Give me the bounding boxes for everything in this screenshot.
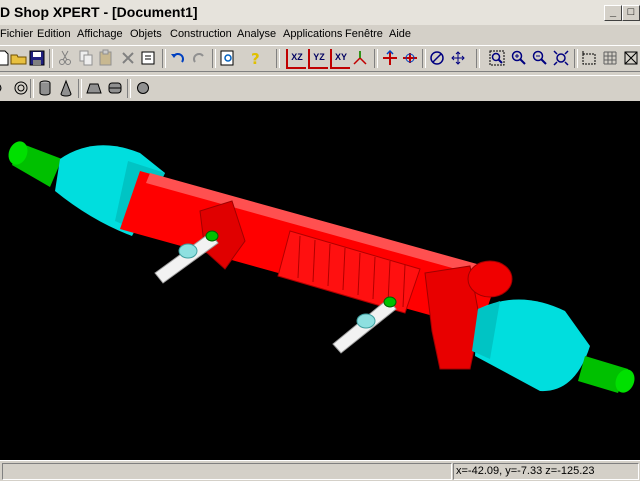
toolbar-separator	[78, 79, 82, 98]
grid-icon[interactable]	[601, 49, 619, 67]
main-toolbar: ? XZ YZ XY	[0, 45, 640, 72]
menu-construction[interactable]: Construction	[170, 28, 232, 40]
toolbar-separator	[30, 79, 34, 98]
menu-bar: Fichier Edition Affichage Objets Constru…	[0, 25, 640, 45]
print-preview-icon[interactable]	[219, 49, 237, 67]
pinion-flange	[467, 260, 513, 298]
zoom-window-icon[interactable]	[488, 49, 506, 67]
maximize-icon: □	[627, 6, 635, 18]
toolbar-separator	[49, 49, 53, 68]
left-shaft-seal	[205, 230, 219, 242]
svg-text:?: ?	[251, 50, 260, 67]
primitive-sphere-icon[interactable]	[134, 79, 152, 97]
right-shaft-seal	[383, 296, 397, 308]
minimize-icon: _	[609, 6, 617, 18]
menu-analyse[interactable]: Analyse	[237, 28, 276, 40]
paste-icon[interactable]	[97, 49, 115, 67]
view-xz-button[interactable]: XZ	[286, 49, 306, 69]
primitive-wedge-icon[interactable]	[85, 79, 103, 97]
workplane-icon[interactable]	[580, 49, 598, 67]
iso-view-icon[interactable]	[351, 49, 369, 67]
toolbar-separator	[574, 49, 578, 68]
toolbar-separator	[374, 49, 378, 68]
cursor-coordinates: x=-42.09, y=-7.33 z=-125.23	[456, 465, 595, 477]
orbit-icon[interactable]	[428, 49, 446, 67]
zoom-in-icon[interactable]	[510, 49, 528, 67]
open-folder-icon[interactable]	[10, 49, 28, 67]
menu-affichage[interactable]: Affichage	[77, 28, 123, 40]
zoom-out-icon[interactable]	[531, 49, 549, 67]
toolbar-separator	[212, 49, 216, 68]
primitive-tube-icon[interactable]	[106, 79, 124, 97]
toolbar-separator	[422, 49, 426, 68]
cut-icon[interactable]	[56, 49, 74, 67]
window-title: D Shop XPERT - [Document1]	[0, 4, 198, 20]
zoom-extents-icon[interactable]	[552, 49, 570, 67]
redo-icon[interactable]	[190, 49, 208, 67]
properties-icon[interactable]	[140, 49, 158, 67]
view-xy-button[interactable]: XY	[330, 49, 350, 69]
view-yz-label: YZ	[313, 52, 325, 62]
primitive-disc-icon[interactable]	[12, 79, 30, 97]
toolbar-separator	[127, 79, 131, 98]
toolbar-separator	[476, 49, 480, 68]
menu-edition[interactable]: Edition	[37, 28, 71, 40]
view-xy-label: XY	[334, 52, 347, 62]
move-axis-icon[interactable]	[381, 49, 399, 67]
view-xz-label: XZ	[291, 52, 303, 62]
toolbar-separator	[162, 49, 166, 68]
save-icon[interactable]	[28, 49, 46, 67]
menu-fichier[interactable]: Fichier	[0, 28, 33, 40]
menu-aide[interactable]: Aide	[389, 28, 411, 40]
menu-fenetre[interactable]: Fenêtre	[345, 28, 383, 40]
right-shaft-fitting	[356, 313, 376, 329]
steering-rack-model	[8, 141, 635, 393]
menu-applications[interactable]: Applications	[283, 28, 342, 40]
primitive-cylinder-icon[interactable]	[36, 79, 54, 97]
minimize-button[interactable]: _	[604, 5, 622, 21]
undo-icon[interactable]	[169, 49, 187, 67]
primitives-toolbar	[0, 75, 640, 102]
delete-icon[interactable]	[119, 49, 137, 67]
primitive-cone-icon[interactable]	[57, 79, 75, 97]
help-icon[interactable]: ?	[246, 49, 264, 67]
pan-icon[interactable]	[449, 49, 467, 67]
status-message-pane	[2, 463, 452, 480]
toolbar-separator	[276, 49, 280, 68]
left-shaft-fitting	[178, 243, 198, 259]
rotate-axis-icon[interactable]	[401, 49, 419, 67]
view-yz-button[interactable]: YZ	[308, 49, 328, 69]
menu-objets[interactable]: Objets	[130, 28, 162, 40]
3d-viewport[interactable]	[0, 101, 640, 460]
maximize-button[interactable]: □	[622, 5, 640, 21]
snap-icon[interactable]	[622, 49, 640, 67]
status-bar: x=-42.09, y=-7.33 z=-125.23	[0, 460, 640, 481]
copy-icon[interactable]	[77, 49, 95, 67]
primitive-half-cylinder-icon[interactable]	[0, 79, 10, 97]
